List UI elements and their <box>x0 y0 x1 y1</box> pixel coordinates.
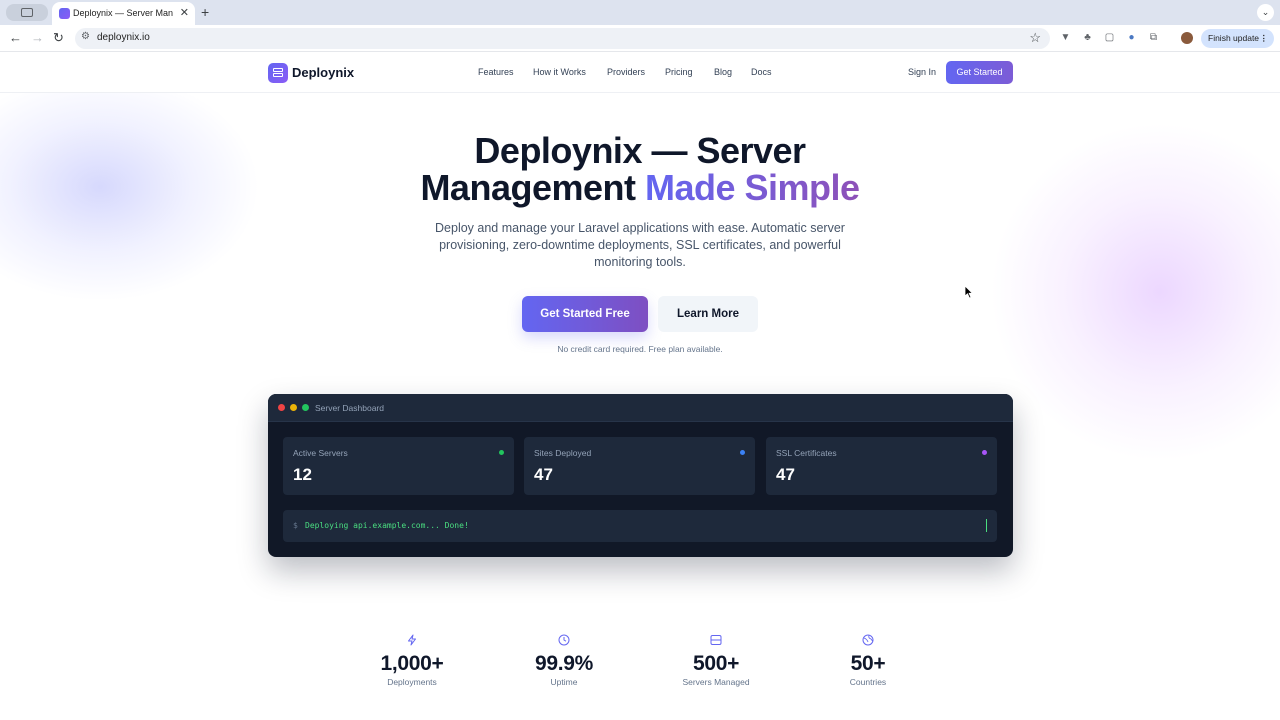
terminal-cursor <box>985 519 987 532</box>
window-close-dot <box>278 404 285 411</box>
kebab-menu-icon: ⋮ <box>1259 33 1269 43</box>
hero-title-line2a: Management <box>420 167 636 208</box>
terminal-line: $ Deploying api.example.com... Done! <box>283 510 997 542</box>
terminal-prompt: $ <box>293 521 298 530</box>
card-label: Sites Deployed <box>534 448 592 458</box>
hero-subtitle: Deploy and manage your Laravel applicati… <box>435 221 845 269</box>
clock-icon <box>558 634 570 646</box>
card-label: SSL Certificates <box>776 448 837 458</box>
close-tab-icon[interactable]: ✕ <box>180 6 189 20</box>
get-started-button[interactable]: Get Started <box>946 61 1013 84</box>
terminal-output: Deploying api.example.com... Done! <box>305 521 469 530</box>
card-value: 47 <box>534 465 553 484</box>
dashboard-title: Server Dashboard <box>315 403 384 413</box>
nav-link-providers[interactable]: Providers <box>607 67 645 77</box>
site-favicon-icon <box>59 8 70 19</box>
stat-card-sites-deployed: Sites Deployed 47 <box>524 437 755 495</box>
card-label: Active Servers <box>293 448 348 458</box>
stat-label: Servers Managed <box>682 677 750 687</box>
tab-group-button[interactable] <box>6 4 48 21</box>
browser-tab[interactable]: Deploynix — Server Managem ✕ <box>52 2 195 25</box>
site-navbar: Deploynix Features How it Works Provider… <box>0 52 1280 93</box>
nav-link-docs[interactable]: Docs <box>751 67 772 77</box>
profile-avatar[interactable] <box>1181 32 1193 44</box>
background-glow-right <box>990 122 1280 462</box>
bookmark-star-icon[interactable]: ☆ <box>1029 30 1041 46</box>
site-info-icon[interactable]: ⚙ <box>81 31 90 42</box>
background-glow-left <box>0 72 260 302</box>
brand-name[interactable]: Deploynix <box>292 65 354 80</box>
stat-label: Deployments <box>387 677 437 687</box>
stat-servers-managed: 500+ Servers Managed <box>661 634 771 687</box>
stat-card-ssl-certificates: SSL Certificates 47 <box>766 437 997 495</box>
status-dot <box>982 450 987 455</box>
address-bar[interactable]: ⚙ deploynix.io ☆ <box>75 28 1050 49</box>
card-value: 47 <box>776 465 795 484</box>
hero-title: Deploynix — Server Management Made Simpl… <box>340 132 940 206</box>
hero-title-line1: Deploynix — Server <box>474 130 806 171</box>
tab-search-chevron-icon[interactable]: ⌄ <box>1257 4 1274 21</box>
forward-arrow-icon[interactable]: → <box>31 30 44 46</box>
logo-server-icon[interactable] <box>268 63 288 83</box>
finish-update-label: Finish update <box>1208 33 1260 43</box>
new-tab-icon[interactable]: + <box>201 4 209 20</box>
stat-card-active-servers: Active Servers 12 <box>283 437 514 495</box>
card-value: 12 <box>293 465 312 484</box>
mouse-pointer-icon <box>964 285 974 299</box>
get-started-free-button[interactable]: Get Started Free <box>522 296 648 332</box>
extension-password-icon[interactable]: ● <box>1126 32 1137 43</box>
stat-value: 500+ <box>692 652 740 675</box>
back-arrow-icon[interactable]: ← <box>9 30 22 46</box>
stat-label: Countries <box>849 677 887 687</box>
status-dot <box>740 450 745 455</box>
sign-in-link[interactable]: Sign In <box>908 67 936 77</box>
stat-label: Uptime <box>550 677 578 687</box>
nav-link-how-it-works[interactable]: How it Works <box>533 67 586 77</box>
extension-box-icon[interactable]: ▢ <box>1104 32 1115 43</box>
server-dashboard-preview: Server Dashboard Active Servers 12 Sites… <box>268 394 1013 557</box>
reload-icon[interactable]: ↻ <box>53 30 64 46</box>
stat-countries: 50+ Countries <box>813 634 923 687</box>
stat-uptime: 99.9% Uptime <box>509 634 619 687</box>
stat-deployments: 1,000+ Deployments <box>357 634 467 687</box>
address-url: deploynix.io <box>97 32 150 43</box>
dashboard-titlebar: Server Dashboard <box>268 394 1013 422</box>
hero-title-highlight: Made Simple <box>645 167 860 208</box>
extension-vpn-icon[interactable]: ▼ <box>1060 32 1071 43</box>
window-maximize-dot <box>302 404 309 411</box>
browser-tab-strip: Deploynix — Server Managem ✕ + ⌄ <box>0 0 1280 25</box>
browser-toolbar: ← → ↻ ⚙ deploynix.io ☆ ▼ ♣ ▢ ● ⧉ Finish … <box>0 25 1280 52</box>
finish-update-button[interactable]: Finish update ⋮ <box>1201 29 1274 48</box>
bolt-icon <box>408 634 416 646</box>
server-icon <box>710 635 722 645</box>
stat-value: 1,000+ <box>380 652 444 675</box>
status-dot <box>499 450 504 455</box>
globe-icon <box>862 634 874 646</box>
window-icon <box>21 8 33 17</box>
stat-value: 50+ <box>850 652 886 675</box>
nav-link-features[interactable]: Features <box>478 67 514 77</box>
window-minimize-dot <box>290 404 297 411</box>
tab-title: Deploynix — Server Managem <box>73 8 173 18</box>
nav-link-pricing[interactable]: Pricing <box>665 67 693 77</box>
nav-link-blog[interactable]: Blog <box>714 67 732 77</box>
no-credit-card-note: No credit card required. Free plan avail… <box>557 344 723 354</box>
extensions-puzzle-icon[interactable]: ⧉ <box>1148 32 1159 43</box>
stat-value: 99.9% <box>534 652 594 675</box>
web-page: Deploynix Features How it Works Provider… <box>0 52 1280 720</box>
learn-more-button[interactable]: Learn More <box>658 296 758 332</box>
extension-puzzle-alt-icon[interactable]: ♣ <box>1082 32 1093 43</box>
